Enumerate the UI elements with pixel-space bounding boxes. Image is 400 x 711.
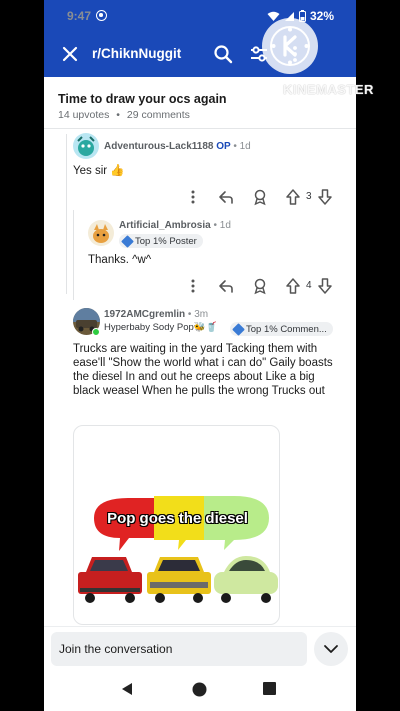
comment-username[interactable]: Adventurous-Lack1188: [104, 141, 214, 152]
gem-icon: [232, 322, 245, 336]
more-icon[interactable]: [184, 277, 202, 295]
reply-icon[interactable]: [217, 277, 235, 295]
badge-label: Top 1% Poster: [135, 235, 197, 247]
upvote-icon[interactable]: [284, 277, 302, 295]
meta-separator: •: [116, 109, 120, 121]
home-icon[interactable]: [192, 682, 207, 697]
comment-time: • 3m: [187, 309, 209, 320]
downvote-icon[interactable]: [316, 277, 334, 295]
avatar[interactable]: [88, 220, 114, 246]
comment-username[interactable]: 1972AMCgremlin: [104, 309, 185, 320]
image-caption: Pop goes the diesel: [107, 510, 248, 527]
online-indicator: [92, 328, 100, 336]
watermark-logo: [262, 18, 318, 74]
comment-time: • 1d: [233, 141, 251, 152]
chevron-down-icon: [324, 645, 338, 653]
award-icon[interactable]: [251, 277, 269, 295]
comment-text: Trucks are waiting in the yard Tacking t…: [73, 343, 333, 397]
comment-author[interactable]: Artificial_Ambrosia • 1d: [119, 220, 231, 231]
kinemaster-logo-icon: [270, 26, 310, 66]
join-bar: Join the conversation: [44, 626, 356, 670]
system-nav-bar: [44, 670, 356, 711]
comment-author[interactable]: 1972AMCgremlin • 3m: [104, 309, 208, 320]
post-meta: 14 upvotes • 29 comments: [58, 109, 190, 121]
search-icon[interactable]: [212, 43, 234, 65]
gem-icon: [121, 234, 134, 248]
op-badge: OP: [216, 141, 231, 152]
nested-thread-line: [73, 210, 74, 300]
watermark-text: KINEMASTER: [283, 82, 374, 97]
join-conversation-input[interactable]: Join the conversation: [51, 632, 307, 666]
thread-line: [66, 134, 67, 294]
comment-time: • 1d: [213, 220, 231, 231]
avatar[interactable]: [73, 133, 99, 159]
upvote-icon[interactable]: [284, 188, 302, 206]
user-badge: Top 1% Poster: [119, 234, 203, 248]
award-icon[interactable]: [251, 188, 269, 206]
comment-text: Thanks. ^w^: [88, 254, 152, 266]
user-badge: Top 1% Commen...: [230, 322, 333, 336]
back-icon[interactable]: [120, 682, 134, 696]
avatar-image: [77, 136, 95, 156]
comment-username[interactable]: Artificial_Ambrosia: [119, 220, 211, 231]
avatar-image: [93, 224, 109, 243]
notification-icon: [96, 10, 107, 21]
close-icon[interactable]: [58, 42, 82, 66]
comment-count: 29 comments: [126, 109, 190, 121]
comment-actions: 4: [184, 277, 334, 297]
subreddit-name[interactable]: r/ChiknNuggit: [92, 46, 181, 61]
badge-label: Top 1% Commen...: [246, 323, 327, 335]
red-car: [78, 557, 142, 603]
yellow-car: [147, 557, 211, 603]
phone-screen: 9:47 32% r/ChiknNuggit Time to draw your…: [44, 0, 356, 711]
battery-level: 32%: [309, 9, 334, 23]
collapse-button[interactable]: [314, 632, 348, 666]
reply-icon[interactable]: [217, 188, 235, 206]
downvote-icon[interactable]: [316, 188, 334, 206]
more-icon[interactable]: [184, 188, 202, 206]
status-time: 9:47: [67, 9, 92, 23]
comment-actions: 3: [184, 188, 334, 208]
post-title: Time to draw your ocs again: [58, 92, 227, 106]
green-car: [214, 556, 278, 603]
comment-image[interactable]: Pop goes the diesel: [73, 425, 280, 625]
user-flair: Hyperbaby Sody Pop🐝🥤: [104, 322, 218, 333]
vote-score: 4: [306, 280, 312, 291]
upvote-count: 14 upvotes: [58, 109, 110, 121]
recents-icon[interactable]: [263, 682, 276, 695]
comment-text: Yes sir 👍: [73, 165, 125, 177]
vote-score: 3: [306, 191, 312, 202]
comment-author[interactable]: Adventurous-Lack1188 OP • 1d: [104, 141, 251, 152]
